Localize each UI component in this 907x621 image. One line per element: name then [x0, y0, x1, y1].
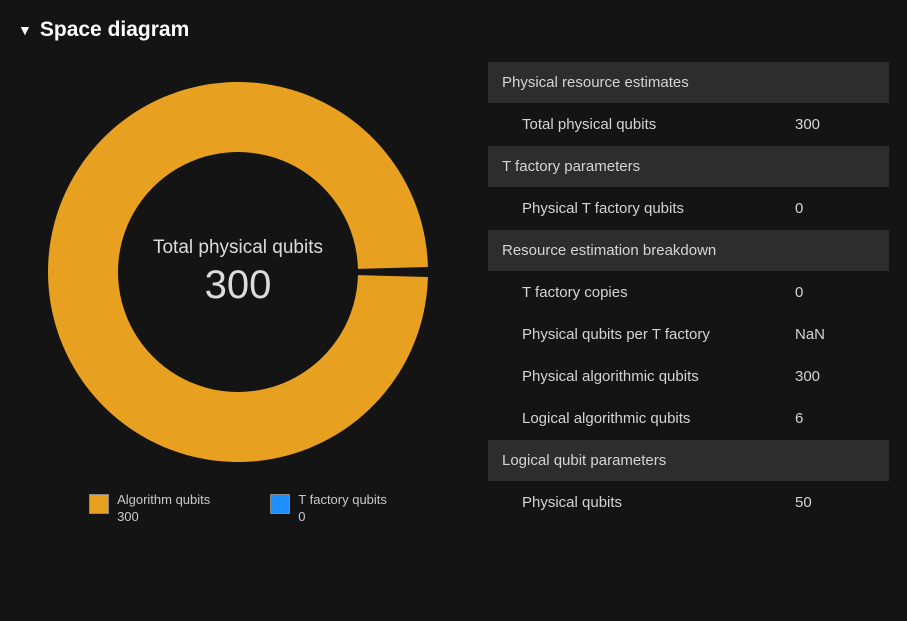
- legend-swatch: [89, 494, 109, 514]
- legend-value: 300: [117, 509, 210, 526]
- table-row-label: Total physical qubits: [522, 116, 795, 133]
- legend-text: T factory qubits0: [298, 492, 387, 526]
- chart-legend: Algorithm qubits300 T factory qubits0: [89, 492, 387, 526]
- table-row: Physical algorithmic qubits300: [488, 356, 889, 398]
- table-section-header: Logical qubit parameters: [488, 440, 889, 482]
- donut-chart: Total physical qubits 300: [38, 72, 438, 472]
- table-section-header: Physical resource estimates: [488, 62, 889, 104]
- table-row-label: Logical algorithmic qubits: [522, 410, 795, 427]
- collapse-triangle-icon: ▼: [18, 22, 32, 38]
- legend-text: Algorithm qubits300: [117, 492, 210, 526]
- legend-label: Algorithm qubits: [117, 492, 210, 509]
- section-title: Space diagram: [40, 18, 189, 42]
- table-section-header: T factory parameters: [488, 146, 889, 188]
- section-header[interactable]: ▼ Space diagram: [0, 0, 907, 52]
- legend-value: 0: [298, 509, 387, 526]
- table-row-label: Physical qubits per T factory: [522, 326, 795, 343]
- table-row-value: NaN: [795, 326, 875, 343]
- data-panel: Physical resource estimatesTotal physica…: [458, 52, 889, 526]
- table-row-value: 0: [795, 284, 875, 301]
- table-row-value: 300: [795, 116, 875, 133]
- table-row: Physical T factory qubits0: [488, 188, 889, 230]
- legend-swatch: [270, 494, 290, 514]
- table-row: T factory copies0: [488, 272, 889, 314]
- table-row-value: 6: [795, 410, 875, 427]
- table-row: Total physical qubits300: [488, 104, 889, 146]
- table-row: Logical algorithmic qubits6: [488, 398, 889, 440]
- legend-item: Algorithm qubits300: [89, 492, 210, 526]
- table-row-label: Physical algorithmic qubits: [522, 368, 795, 385]
- table-row-value: 0: [795, 200, 875, 217]
- donut-svg: [38, 72, 438, 472]
- table-row-value: 300: [795, 368, 875, 385]
- table-row-label: Physical T factory qubits: [522, 200, 795, 217]
- table-row: Physical qubits50: [488, 482, 889, 524]
- estimates-table: Physical resource estimatesTotal physica…: [488, 62, 889, 524]
- table-section-header: Resource estimation breakdown: [488, 230, 889, 272]
- content-area: Total physical qubits 300 Algorithm qubi…: [0, 52, 907, 526]
- table-row-value: 50: [795, 494, 875, 511]
- chart-panel: Total physical qubits 300 Algorithm qubi…: [18, 52, 458, 526]
- table-row-label: T factory copies: [522, 284, 795, 301]
- table-row-label: Physical qubits: [522, 494, 795, 511]
- legend-item: T factory qubits0: [270, 492, 387, 526]
- legend-label: T factory qubits: [298, 492, 387, 509]
- table-row: Physical qubits per T factoryNaN: [488, 314, 889, 356]
